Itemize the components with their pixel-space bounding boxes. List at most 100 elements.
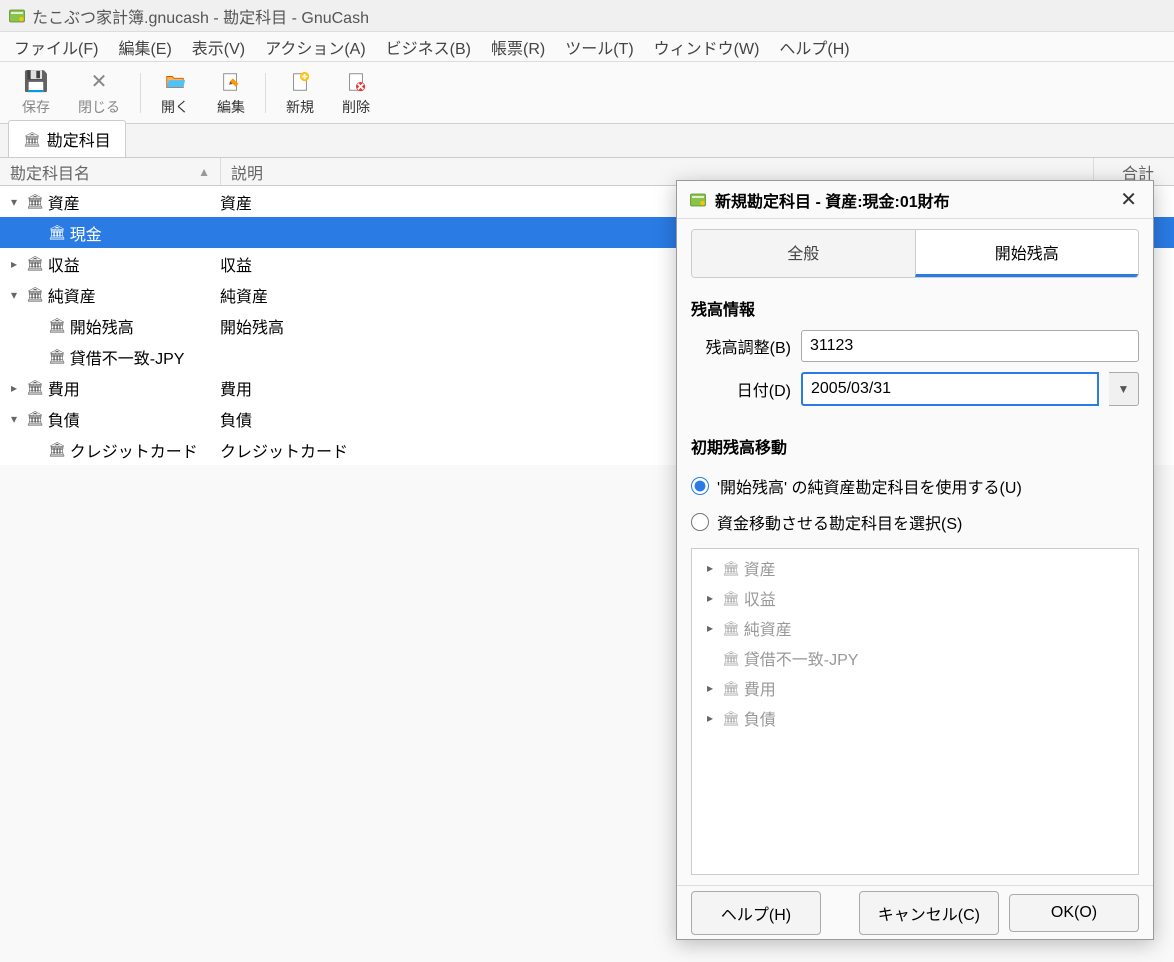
balance-input[interactable] — [801, 330, 1139, 362]
new-account-dialog: 新規勘定科目 - 資産:現金:01財布 ✕ 全般 開始残高 残高情報 残高調整(… — [676, 180, 1154, 940]
menu-view[interactable]: 表示(V) — [182, 31, 255, 63]
toolbar-edit-label: 編集 — [217, 97, 245, 117]
edit-icon — [220, 69, 242, 95]
expand-toggle[interactable]: ▸ — [702, 681, 718, 695]
window-title: たこぶつ家計簿.gnucash - 勘定科目 - GnuCash — [32, 4, 369, 28]
menu-windows[interactable]: ウィンドウ(W) — [644, 31, 770, 63]
bank-icon: 🏛 — [722, 560, 740, 577]
dialog-tree-row[interactable]: 🏛貸借不一致-JPY — [692, 643, 1138, 673]
balance-label: 残高調整(B) — [691, 334, 791, 358]
bank-icon: 🏛 — [722, 710, 740, 727]
help-button[interactable]: ヘルプ(H) — [691, 891, 821, 935]
account-name: 収益 — [48, 252, 80, 276]
bank-icon: 🏛 — [23, 131, 41, 148]
date-label: 日付(D) — [691, 377, 791, 401]
expand-toggle[interactable]: ▾ — [6, 288, 22, 302]
account-name: 現金 — [70, 221, 102, 245]
account-name: クレジットカード — [70, 438, 198, 462]
transfer-section-title: 初期残高移動 — [691, 434, 1139, 458]
bank-icon: 🏛 — [48, 348, 66, 365]
dialog-tabs: 全般 開始残高 — [691, 229, 1139, 278]
toolbar-open[interactable]: 開く — [147, 65, 203, 121]
radio-select-account-label: 資金移動させる勘定科目を選択(S) — [717, 510, 962, 534]
toolbar-new-label: 新規 — [286, 97, 314, 117]
menubar: ファイル(F) 編集(E) 表示(V) アクション(A) ビジネス(B) 帳票(… — [0, 32, 1174, 62]
menu-business[interactable]: ビジネス(B) — [376, 31, 481, 63]
tab-accounts[interactable]: 🏛 勘定科目 — [8, 120, 126, 157]
bank-icon: 🏛 — [26, 379, 44, 396]
save-icon: 💾 — [24, 69, 49, 95]
radio-use-opening[interactable] — [691, 477, 709, 495]
date-row: 日付(D) ▼ — [691, 372, 1139, 406]
dialog-footer: ヘルプ(H) キャンセル(C) OK(O) — [677, 885, 1153, 939]
dialog-close-button[interactable]: ✕ — [1116, 183, 1141, 216]
toolbar-close-label: 閉じる — [78, 97, 120, 117]
bank-icon: 🏛 — [722, 650, 740, 667]
balance-row: 残高調整(B) — [691, 330, 1139, 362]
menu-file[interactable]: ファイル(F) — [4, 31, 108, 63]
tab-general[interactable]: 全般 — [692, 230, 915, 277]
account-name: 貸借不一致-JPY — [70, 345, 185, 369]
app-icon — [689, 191, 707, 209]
toolbar-delete-label: 削除 — [342, 97, 370, 117]
expand-toggle[interactable]: ▸ — [702, 711, 718, 725]
dialog-tree-row[interactable]: ▸ 🏛負債 — [692, 703, 1138, 733]
menu-actions[interactable]: アクション(A) — [255, 31, 376, 63]
dialog-account-tree[interactable]: ▸🏛資産▸🏛収益▸🏛純資産🏛貸借不一致-JPY▸🏛費用▸🏛負債 — [691, 548, 1139, 875]
menu-edit[interactable]: 編集(E) — [108, 31, 181, 63]
dialog-tree-name: 負債 — [744, 706, 776, 730]
toolbar-new[interactable]: 新規 — [272, 65, 328, 121]
delete-icon — [345, 69, 367, 95]
radio-use-opening-label: '開始残高' の純資産勘定科目を使用する(U) — [717, 474, 1022, 498]
column-header-name[interactable]: 勘定科目名 ▲ — [0, 160, 220, 184]
dialog-tree-name: 資産 — [744, 556, 776, 580]
account-name: 純資産 — [48, 283, 96, 307]
app-icon — [8, 7, 26, 25]
bank-icon: 🏛 — [48, 224, 66, 241]
toolbar-edit[interactable]: 編集 — [203, 65, 259, 121]
expand-toggle[interactable]: ▸ — [6, 381, 22, 395]
radio-select-account-row[interactable]: 資金移動させる勘定科目を選択(S) — [691, 510, 1139, 534]
tab-opening-balance[interactable]: 開始残高 — [915, 230, 1139, 277]
tab-label: 勘定科目 — [47, 127, 111, 151]
toolbar: 💾 保存 ✕ 閉じる 開く 編集 新規 削除 — [0, 62, 1174, 124]
dialog-tree-name: 収益 — [744, 586, 776, 610]
expand-toggle[interactable]: ▸ — [702, 621, 718, 635]
window-titlebar: たこぶつ家計簿.gnucash - 勘定科目 - GnuCash — [0, 0, 1174, 32]
dialog-tree-row[interactable]: ▸ 🏛資産 — [692, 553, 1138, 583]
dialog-tree-name: 貸借不一致-JPY — [744, 646, 859, 670]
bank-icon: 🏛 — [722, 590, 740, 607]
bank-icon: 🏛 — [48, 441, 66, 458]
date-dropdown-button[interactable]: ▼ — [1109, 372, 1139, 406]
close-icon: ✕ — [91, 69, 108, 95]
toolbar-separator — [265, 73, 266, 113]
toolbar-save[interactable]: 💾 保存 — [8, 65, 64, 121]
cancel-button[interactable]: キャンセル(C) — [859, 891, 999, 935]
expand-toggle[interactable]: ▸ — [702, 591, 718, 605]
toolbar-open-label: 開く — [161, 97, 189, 117]
date-input[interactable] — [801, 372, 1099, 406]
expand-toggle[interactable]: ▸ — [702, 561, 718, 575]
sort-asc-icon: ▲ — [198, 165, 210, 179]
balance-section-title: 残高情報 — [691, 296, 1139, 320]
expand-toggle[interactable]: ▸ — [6, 257, 22, 271]
bank-icon: 🏛 — [26, 193, 44, 210]
radio-select-account[interactable] — [691, 513, 709, 531]
toolbar-delete[interactable]: 削除 — [328, 65, 384, 121]
tabbar: 🏛 勘定科目 — [0, 124, 1174, 158]
dialog-tree-row[interactable]: ▸🏛費用 — [692, 673, 1138, 703]
ok-button[interactable]: OK(O) — [1009, 894, 1139, 932]
expand-toggle[interactable]: ▾ — [6, 412, 22, 426]
dialog-tree-row[interactable]: ▸🏛純資産 — [692, 613, 1138, 643]
menu-help[interactable]: ヘルプ(H) — [769, 31, 859, 63]
bank-icon: 🏛 — [722, 680, 740, 697]
menu-reports[interactable]: 帳票(R) — [481, 31, 555, 63]
toolbar-close[interactable]: ✕ 閉じる — [64, 65, 134, 121]
expand-toggle[interactable]: ▾ — [6, 195, 22, 209]
dialog-tree-row[interactable]: ▸ 🏛収益 — [692, 583, 1138, 613]
toolbar-save-label: 保存 — [22, 97, 50, 117]
account-name: 資産 — [48, 190, 80, 214]
radio-use-opening-row[interactable]: '開始残高' の純資産勘定科目を使用する(U) — [691, 474, 1139, 498]
bank-icon: 🏛 — [26, 255, 44, 272]
menu-tools[interactable]: ツール(T) — [555, 31, 643, 63]
